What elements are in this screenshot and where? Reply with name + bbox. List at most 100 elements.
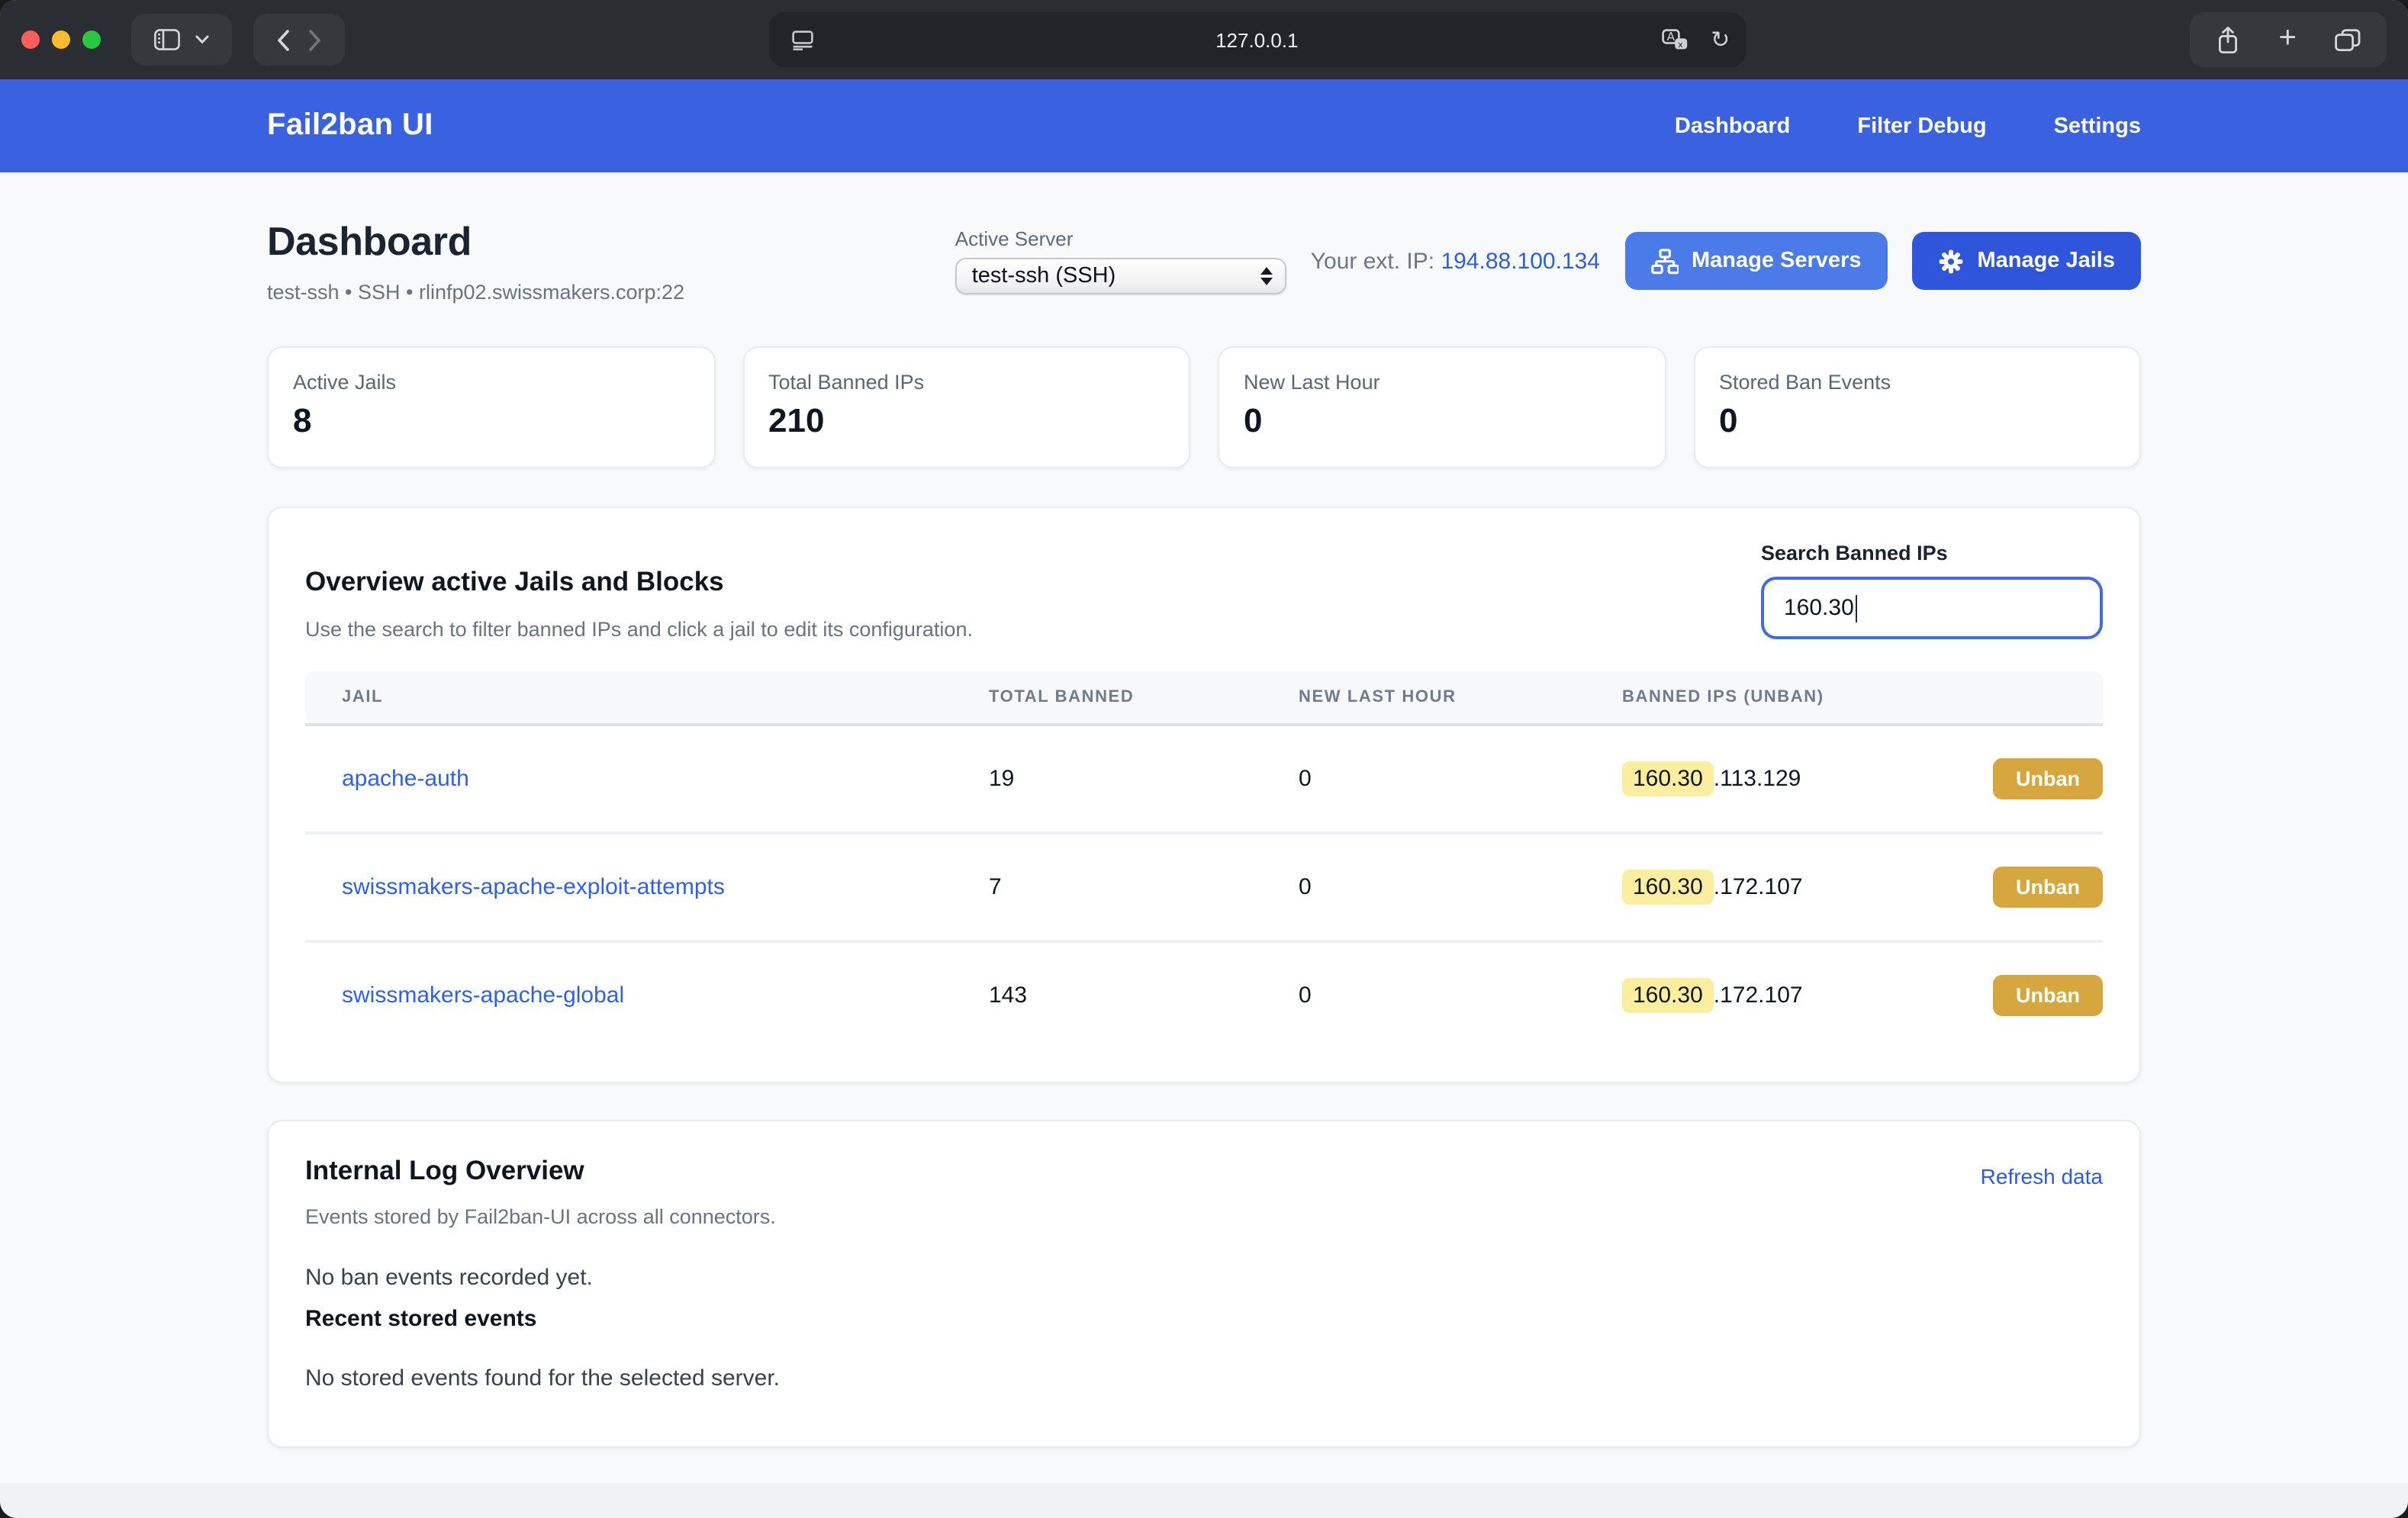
external-ip-label: Your ext. IP: (1311, 248, 1434, 274)
nav-link-filter-debug[interactable]: Filter Debug (1857, 114, 1986, 138)
minimize-window-button[interactable] (52, 31, 70, 49)
no-stored-events-text: No stored events found for the selected … (305, 1365, 2103, 1391)
unban-button[interactable]: Unban (1993, 758, 2103, 799)
gear-icon (1937, 248, 1963, 274)
stat-value: 0 (1244, 401, 1640, 441)
app-navbar: Fail2ban UI Dashboard Filter Debug Setti… (0, 79, 2408, 172)
table-row: apache-auth 19 0 160.30 .113.129 (305, 725, 2103, 833)
jail-link[interactable]: swissmakers-apache-exploit-attempts (342, 874, 725, 900)
external-ip-value[interactable]: 194.88.100.134 (1441, 248, 1600, 274)
nav-link-settings[interactable]: Settings (2054, 114, 2141, 138)
jails-table: JAIL TOTAL BANNED NEW LAST HOUR BANNED I… (305, 671, 2103, 1048)
window-controls (21, 31, 101, 49)
chevron-down-icon[interactable] (188, 35, 217, 44)
stat-label: Total Banned IPs (768, 371, 1164, 394)
back-icon[interactable] (269, 28, 299, 51)
new-last-hour-value: 0 (1299, 725, 1622, 833)
svg-text:A: A (1667, 29, 1676, 43)
unban-button[interactable]: Unban (1993, 867, 2103, 908)
ip-match-highlight: 160.30 (1622, 978, 1714, 1013)
search-input-value: 160.30 (1784, 595, 1854, 621)
sidebar-toggle-group (131, 14, 232, 66)
ip-rest: .113.129 (1714, 766, 1801, 792)
unban-button[interactable]: Unban (1993, 975, 2103, 1016)
stat-card-total-banned: Total Banned IPs 210 (742, 346, 1190, 468)
stat-card-stored-ban-events: Stored Ban Events 0 (1693, 346, 2141, 468)
stat-value: 210 (768, 401, 1164, 441)
zoom-window-button[interactable] (82, 31, 101, 49)
active-server-value: test-ssh (SSH) (972, 264, 1116, 288)
new-tab-icon[interactable]: + (2279, 23, 2297, 53)
overview-description: Use the search to filter banned IPs and … (305, 618, 973, 641)
manage-jails-button[interactable]: Manage Jails (1911, 232, 2141, 290)
jail-link[interactable]: apache-auth (342, 766, 469, 792)
select-arrows-icon (1260, 267, 1273, 285)
stat-label: New Last Hour (1244, 371, 1640, 394)
overview-title: Overview active Jails and Blocks (305, 566, 973, 598)
banned-ip: 160.30 .172.107 (1622, 870, 1803, 905)
svg-text:x: x (1678, 39, 1683, 49)
column-header-jail: JAIL (305, 671, 989, 725)
page-title: Dashboard (267, 218, 684, 265)
new-last-hour-value: 0 (1299, 941, 1622, 1048)
active-server-label: Active Server (955, 227, 1286, 250)
internal-log-title: Internal Log Overview (305, 1155, 584, 1187)
banned-ip: 160.30 .113.129 (1622, 761, 1801, 796)
close-window-button[interactable] (21, 31, 40, 49)
ip-rest: .172.107 (1714, 874, 1803, 900)
url-text: 127.0.0.1 (768, 28, 1745, 51)
column-header-banned-ips: BANNED IPS (UNBAN) (1622, 671, 2103, 725)
text-caret (1856, 594, 1858, 622)
refresh-data-link[interactable]: Refresh data (1981, 1164, 2103, 1188)
stat-value: 8 (293, 401, 689, 441)
stat-value: 0 (1719, 401, 2115, 441)
active-server-select[interactable]: test-ssh (SSH) (955, 258, 1286, 294)
history-nav-group (253, 14, 345, 66)
total-banned-value: 7 (989, 833, 1299, 941)
browser-toolbar: 127.0.0.1 A x ↻ (0, 0, 2408, 79)
manage-servers-button[interactable]: Manage Servers (1624, 232, 1887, 290)
overview-card: Overview active Jails and Blocks Use the… (267, 507, 2141, 1083)
stat-card-active-jails: Active Jails 8 (267, 346, 715, 468)
total-banned-value: 19 (989, 725, 1299, 833)
new-last-hour-value: 0 (1299, 833, 1622, 941)
stat-cards: Active Jails 8 Total Banned IPs 210 New … (267, 346, 2141, 468)
forward-icon[interactable] (299, 28, 330, 51)
recent-stored-events-title: Recent stored events (305, 1306, 2103, 1332)
internal-log-card: Internal Log Overview Refresh data Event… (267, 1120, 2141, 1448)
manage-jails-label: Manage Jails (1977, 249, 2115, 273)
page-subtitle: test-ssh • SSH • rlinfp02.swissmakers.co… (267, 281, 684, 304)
banned-ip: 160.30 .172.107 (1622, 978, 1803, 1013)
toolbar-right-group: + (2191, 12, 2387, 67)
page-title-block: Dashboard test-ssh • SSH • rlinfp02.swis… (267, 218, 684, 304)
stat-label: Stored Ban Events (1719, 371, 2115, 394)
table-header-row: JAIL TOTAL BANNED NEW LAST HOUR BANNED I… (305, 671, 2103, 725)
search-banned-ips-input[interactable]: 160.30 (1761, 577, 2103, 639)
column-header-total-banned: TOTAL BANNED (989, 671, 1299, 725)
sitemap-icon (1650, 248, 1678, 274)
ip-rest: .172.107 (1714, 983, 1803, 1008)
overview-title-block: Overview active Jails and Blocks Use the… (305, 542, 973, 641)
app-brand[interactable]: Fail2ban UI (267, 108, 433, 143)
tab-overview-icon[interactable] (2327, 28, 2368, 51)
browser-window: 127.0.0.1 A x ↻ (0, 0, 2408, 1518)
table-row: swissmakers-apache-exploit-attempts 7 0 … (305, 833, 2103, 941)
reload-icon[interactable]: ↻ (1711, 28, 1730, 51)
address-bar[interactable]: 127.0.0.1 A x ↻ (768, 12, 1745, 67)
nav-link-dashboard[interactable]: Dashboard (1675, 114, 1791, 138)
share-icon[interactable] (2209, 25, 2249, 54)
ip-match-highlight: 160.30 (1622, 761, 1714, 796)
column-header-new-last-hour: NEW LAST HOUR (1299, 671, 1622, 725)
ip-match-highlight: 160.30 (1622, 870, 1714, 905)
total-banned-value: 143 (989, 941, 1299, 1048)
internal-log-description: Events stored by Fail2ban-UI across all … (305, 1205, 2103, 1228)
jail-link[interactable]: swissmakers-apache-global (342, 983, 624, 1008)
external-ip: Your ext. IP: 194.88.100.134 (1311, 248, 1600, 274)
window-footer (0, 1483, 2408, 1518)
stat-card-new-last-hour: New Last Hour 0 (1218, 346, 1666, 468)
no-ban-events-text: No ban events recorded yet. (305, 1265, 2103, 1291)
stat-label: Active Jails (293, 371, 689, 394)
translate-icon[interactable]: A x (1654, 28, 1695, 51)
sidebar-icon[interactable] (146, 29, 188, 50)
search-banned-ips-label: Search Banned IPs (1761, 542, 2103, 564)
